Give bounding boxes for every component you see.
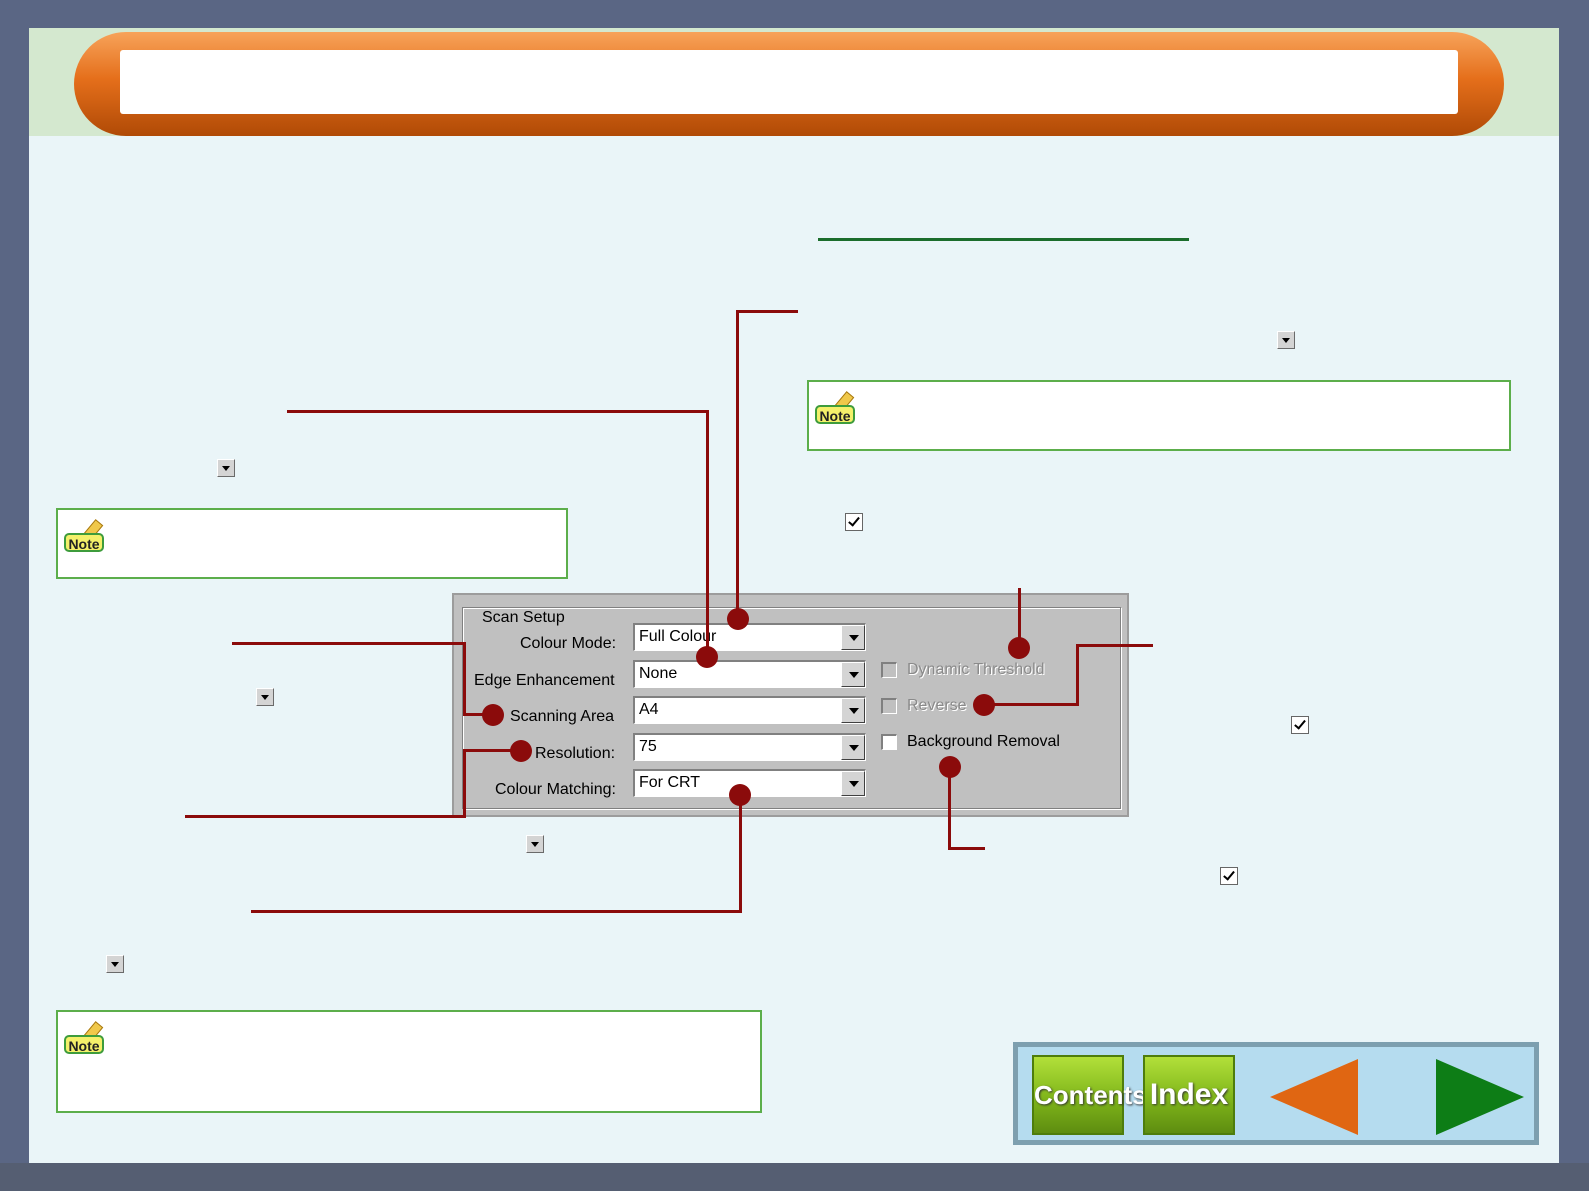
note-icon: Note [64, 519, 106, 552]
previous-page-icon[interactable] [1270, 1059, 1358, 1135]
chevron-down-icon[interactable] [841, 662, 865, 687]
colour-mode-value: Full Colour [639, 628, 717, 645]
callout-line [985, 703, 1079, 706]
callout-dot [727, 608, 749, 630]
resolution-select[interactable]: 75 [633, 733, 866, 761]
callout-line [736, 310, 798, 313]
callout-dot [939, 756, 961, 778]
navigation-panel: Contents Index [1013, 1042, 1539, 1145]
scanning-area-value: A4 [639, 701, 659, 718]
reverse-label: Reverse [907, 697, 967, 714]
callout-dot [973, 694, 995, 716]
dropdown-arrow-icon [526, 835, 544, 853]
callout-dot [482, 704, 504, 726]
checkbox-checked-icon [1220, 867, 1238, 885]
resolution-value: 75 [639, 738, 657, 755]
edge-enhancement-select[interactable]: None [633, 660, 866, 688]
link-underline[interactable] [818, 238, 1189, 241]
callout-line [251, 910, 742, 913]
callout-line [232, 642, 466, 645]
group-title: Scan Setup [479, 609, 568, 627]
checkbox-checked-icon [845, 513, 863, 531]
colour-matching-label: Colour Matching: [495, 781, 616, 798]
dynamic-threshold-checkbox[interactable] [881, 662, 897, 678]
scanning-area-select[interactable]: A4 [633, 696, 866, 724]
next-page-icon[interactable] [1436, 1059, 1524, 1135]
note-badge: Note [815, 405, 855, 424]
callout-line [287, 410, 709, 413]
background-removal-label: Background Removal [907, 733, 1060, 750]
colour-matching-value: For CRT [639, 774, 701, 791]
note-box: Note [807, 380, 1511, 451]
callout-dot [729, 784, 751, 806]
edge-enhancement-label: Edge Enhancement [474, 672, 615, 689]
dropdown-arrow-icon [106, 955, 124, 973]
callout-line [1076, 644, 1153, 647]
note-icon: Note [64, 1021, 106, 1054]
edge-enhancement-value: None [639, 665, 678, 682]
index-button[interactable]: Index [1143, 1055, 1235, 1135]
note-box: Note [56, 1010, 762, 1113]
note-badge: Note [64, 1035, 104, 1054]
checkbox-checked-icon [1291, 716, 1309, 734]
callout-line [739, 795, 742, 913]
chevron-down-icon[interactable] [841, 625, 865, 650]
callout-dot [1008, 637, 1030, 659]
colour-mode-select[interactable]: Full Colour [633, 623, 866, 651]
callout-dot [696, 646, 718, 668]
background-removal-checkbox[interactable] [881, 734, 897, 750]
note-box: Note [56, 508, 568, 579]
callout-line [1076, 644, 1079, 706]
bottom-bar [0, 1163, 1589, 1191]
note-icon: Note [815, 391, 857, 424]
callout-dot [510, 740, 532, 762]
chevron-down-icon[interactable] [841, 698, 865, 723]
callout-line [185, 815, 466, 818]
callout-line [463, 642, 466, 716]
dropdown-arrow-icon [1277, 331, 1295, 349]
colour-mode-label: Colour Mode: [520, 635, 617, 652]
contents-button[interactable]: Contents [1032, 1055, 1147, 1135]
callout-line [706, 410, 709, 658]
chevron-down-icon[interactable] [841, 771, 865, 796]
callout-line [463, 749, 466, 818]
callout-line [736, 310, 739, 620]
reverse-checkbox[interactable] [881, 698, 897, 714]
callout-line [948, 847, 985, 850]
page-title-box [120, 50, 1458, 114]
dropdown-arrow-icon [217, 459, 235, 477]
callout-line [948, 767, 951, 850]
scanning-area-label: Scanning Area [510, 708, 615, 725]
note-badge: Note [64, 533, 104, 552]
resolution-label: Resolution: [535, 745, 616, 762]
dynamic-threshold-label: Dynamic Threshold [907, 661, 1045, 678]
dropdown-arrow-icon [256, 688, 274, 706]
chevron-down-icon[interactable] [841, 735, 865, 760]
